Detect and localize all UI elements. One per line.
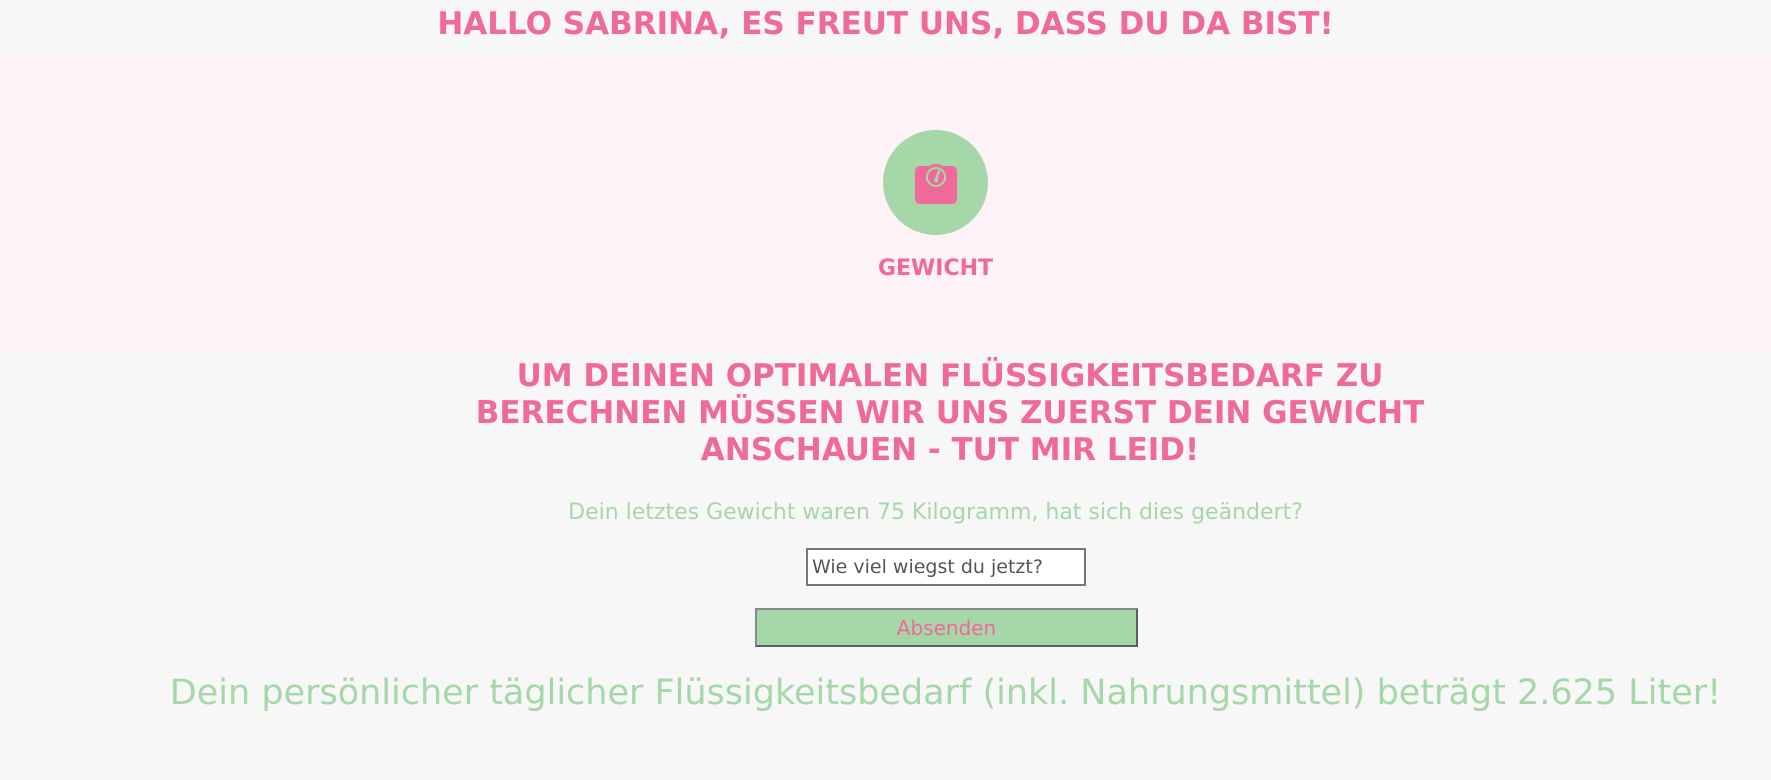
fluid-requirement-result: Dein persönlicher täglicher Flüssigkeits… (169, 673, 1722, 713)
scale-icon-badge (883, 130, 988, 235)
hero-band (0, 58, 1771, 350)
scale-icon (914, 163, 957, 204)
last-weight-info: Dein letztes Gewicht waren 75 Kilogramm,… (568, 500, 1303, 525)
weight-input[interactable] (806, 548, 1086, 586)
main-heading: UM DEINEN OPTIMALEN FLÜSSIGKEITSBEDARF Z… (475, 358, 1425, 468)
section-label-gewicht: GEWICHT (877, 256, 994, 281)
submit-button[interactable]: Absenden (755, 608, 1138, 647)
greeting-title: HALLO SABRINA, ES FREUT UNS, DASS DU DA … (0, 0, 1771, 58)
